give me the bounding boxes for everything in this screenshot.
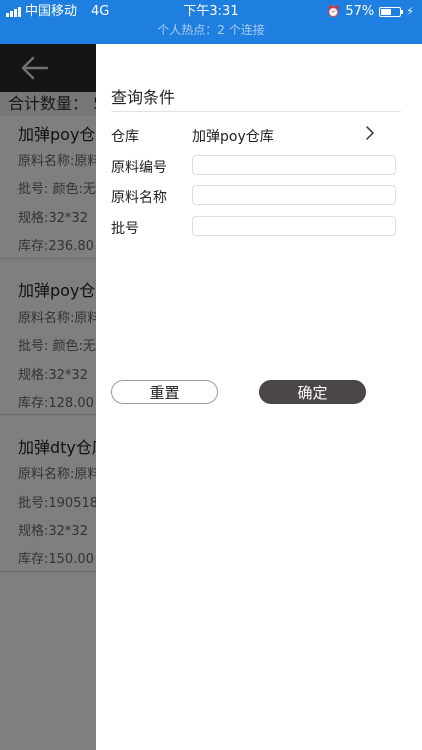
status-right: ⏰ 57% ⚡ (327, 3, 414, 21)
batch-input[interactable] (192, 216, 396, 236)
status-bar: 中国移动 4G 下午3:31 ⏰ 57% ⚡ 个人热点：2 个连接 (0, 0, 422, 44)
material-code-input[interactable] (192, 155, 396, 175)
filter-drawer: 查询条件 仓库 加弹poy仓库 原料编号 原料名称 批号 重置 确定 (96, 44, 422, 750)
drawer-title: 查询条件 (111, 88, 176, 107)
warehouse-select[interactable]: 加弹poy仓库 (192, 126, 274, 146)
hotspot-banner[interactable]: 个人热点：2 个连接 (0, 21, 422, 39)
battery-fill (381, 9, 392, 15)
alarm-clock-icon: ⏰ (326, 5, 341, 18)
divider (111, 111, 401, 112)
material-name-input[interactable] (192, 185, 396, 205)
material-name-label: 原料名称 (111, 190, 167, 206)
warehouse-label: 仓库 (111, 129, 139, 145)
batch-label: 批号 (111, 221, 139, 237)
confirm-button[interactable]: 确定 (259, 380, 366, 404)
chevron-right-icon[interactable] (364, 126, 376, 140)
charging-bolt-icon: ⚡ (406, 5, 414, 18)
reset-button[interactable]: 重置 (111, 380, 218, 404)
battery-icon (379, 7, 404, 17)
status-row: 中国移动 4G 下午3:31 ⏰ 57% ⚡ (0, 3, 422, 21)
material-code-label: 原料编号 (111, 160, 167, 176)
battery-percent: 57% (345, 4, 375, 19)
